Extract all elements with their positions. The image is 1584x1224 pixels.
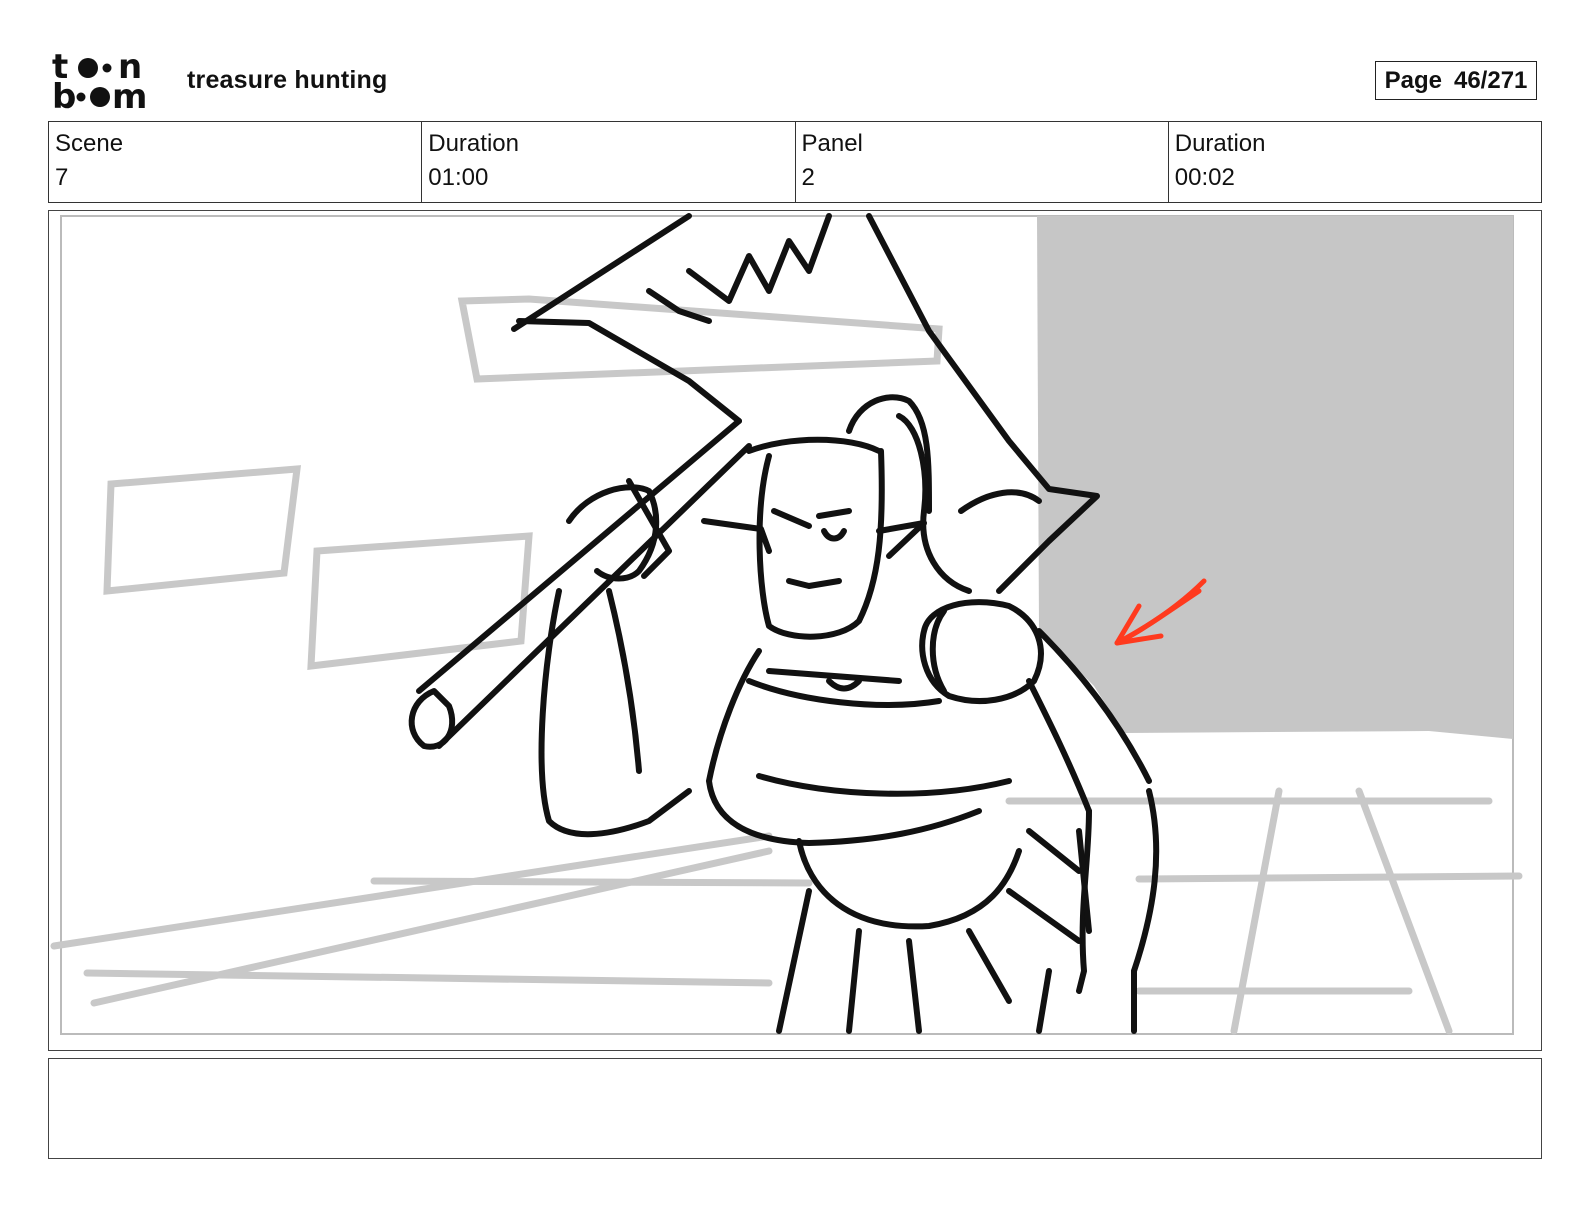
panel-duration-value: 00:02 (1174, 164, 1235, 191)
panel-sketch (50, 213, 1523, 1035)
scene-cell: Scene 7 (49, 122, 423, 202)
scene-duration-cell: Duration 01:00 (422, 122, 796, 202)
page-indicator: Page 46/271 (1375, 61, 1537, 100)
svg-text:b: b (52, 77, 76, 112)
scene-label: Scene (55, 130, 124, 157)
shadow-block (1037, 216, 1513, 739)
scene-duration-value: 01:00 (428, 164, 489, 191)
page-value: 46/271 (1453, 66, 1528, 94)
scene-duration-label: Duration (428, 130, 519, 157)
storyboard-panel (48, 210, 1542, 1051)
panel-duration-label: Duration (1174, 130, 1266, 157)
toonboom-logo: t n b m (52, 47, 164, 117)
panel-label: Panel (801, 130, 863, 157)
page-label: Page (1384, 66, 1442, 94)
panel-cell: Panel 2 (796, 122, 1169, 202)
panel-value: 2 (801, 164, 815, 191)
svg-text:m: m (112, 77, 147, 112)
info-table: Scene 7 Duration 01:00 Panel 2 Duration … (48, 121, 1542, 203)
panel-duration-cell: Duration 00:02 (1169, 122, 1541, 202)
panel-notes-box (48, 1058, 1542, 1159)
scene-value: 7 (55, 164, 69, 191)
project-title: treasure hunting (187, 66, 388, 94)
